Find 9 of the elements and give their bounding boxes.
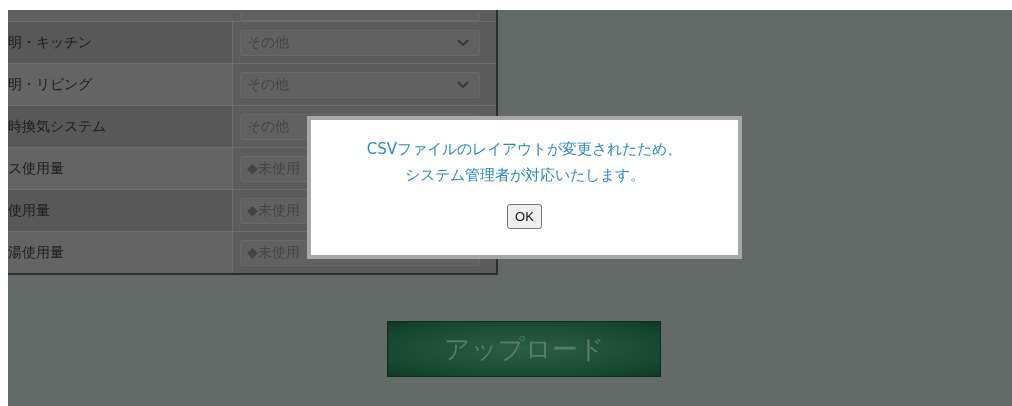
chevron-down-icon <box>457 80 469 89</box>
row-label: 明・リビング <box>8 75 92 94</box>
chevron-down-icon <box>457 38 469 47</box>
dialog-message-line: システム管理者が対応いたします。 <box>404 165 645 186</box>
row-label: ス使用量 <box>8 159 64 178</box>
ok-button[interactable]: OK <box>507 204 542 229</box>
row-label: 使用量 <box>8 201 50 220</box>
dialog-message-line: CSVファイルのレイアウトが変更されたため、 <box>366 139 683 160</box>
row-label: 湯使用量 <box>8 243 64 262</box>
